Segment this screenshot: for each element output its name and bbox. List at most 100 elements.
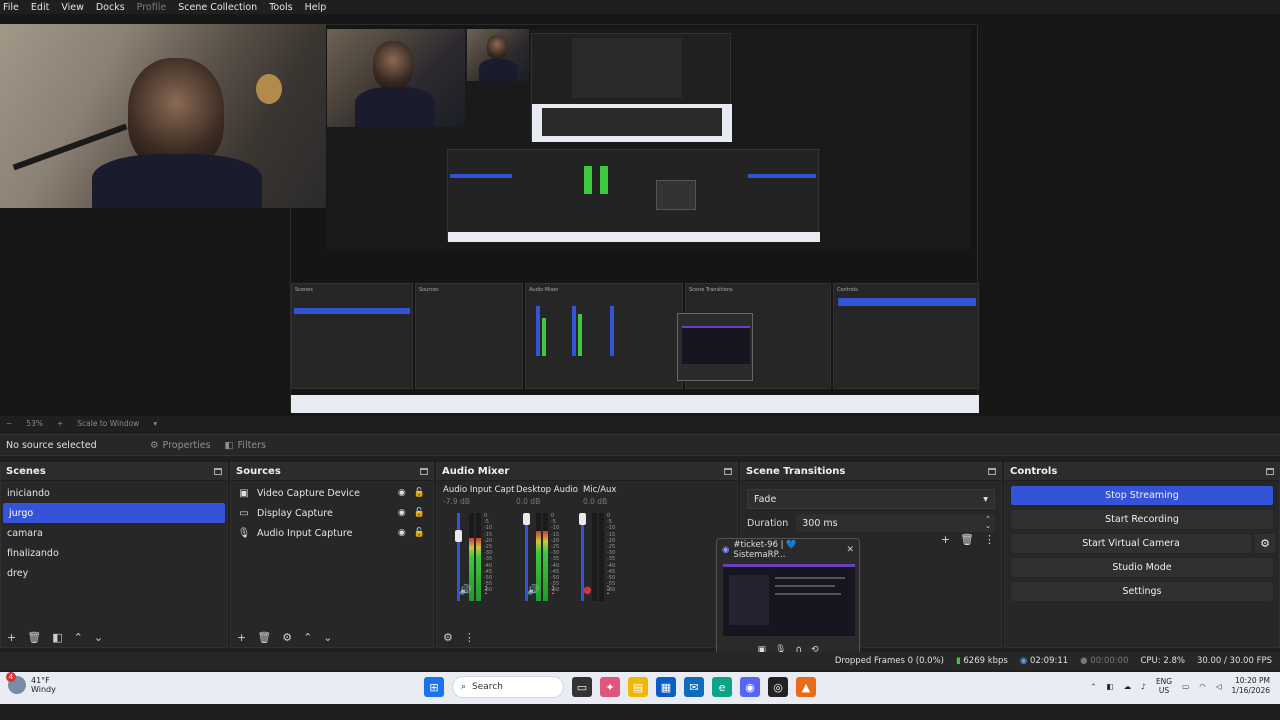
undock-icon[interactable] [724, 468, 732, 475]
arrow-up-icon[interactable]: ⌃ [303, 631, 312, 644]
windows-start-icon[interactable]: ⊞ [424, 677, 444, 697]
undock-icon[interactable] [214, 468, 222, 475]
scene-item-iniciando[interactable]: iniciando [1, 483, 227, 503]
source-item-audio-input[interactable]: 🎙 Audio Input Capture ◉ 🔓 [231, 523, 433, 543]
close-icon[interactable]: ✕ [846, 545, 854, 555]
speaker-icon[interactable]: 🔊 [527, 585, 539, 596]
channel-db: -7.9 dB [443, 497, 470, 506]
eye-icon[interactable]: ◉ [398, 488, 406, 498]
scene-item-drey[interactable]: drey [1, 563, 227, 583]
settings-button[interactable]: Settings [1011, 582, 1273, 601]
chevron-up-icon[interactable]: ⌃ [1090, 682, 1096, 691]
sources-header: Sources [231, 463, 433, 481]
start-recording-button[interactable]: Start Recording [1011, 510, 1273, 529]
scene-item-finalizando[interactable]: finalizando [1, 543, 227, 563]
task-view-icon[interactable]: ▭ [572, 677, 592, 697]
monitor-icon[interactable]: ▭ [1182, 682, 1189, 691]
tray-app-icon[interactable]: ◧ [1107, 682, 1114, 691]
plus-icon[interactable]: + [57, 419, 63, 428]
filter-icon[interactable]: ◧ [52, 631, 62, 644]
undock-icon[interactable] [988, 468, 996, 475]
muted-speaker-icon[interactable]: ● [583, 585, 592, 596]
kebab-menu-icon[interactable]: ⋮ [481, 585, 491, 596]
start-virtual-camera-button[interactable]: Start Virtual Camera ⚙ [1011, 534, 1275, 553]
properties-button[interactable]: ⚙ Properties [150, 440, 211, 451]
menu-file[interactable]: File [3, 2, 19, 13]
edge-icon[interactable]: e [712, 677, 732, 697]
stop-streaming-button[interactable]: Stop Streaming [1011, 486, 1273, 505]
scene-item-camara[interactable]: camara [1, 523, 227, 543]
arrow-down-icon[interactable]: ⌄ [323, 631, 332, 644]
filters-button[interactable]: ◧ Filters [225, 440, 266, 451]
obs-icon[interactable]: ◎ [768, 677, 788, 697]
studio-mode-button[interactable]: Studio Mode [1011, 558, 1273, 577]
menu-view[interactable]: View [61, 2, 84, 13]
store-icon[interactable]: ▦ [656, 677, 676, 697]
volume-icon[interactable]: ◁ [1216, 682, 1222, 691]
meter-scale: 0 -5 -10 -15 -20 -25 -30 -35 -40 -45 -50 -55 -60 [484, 513, 492, 594]
outlook-icon[interactable]: ✉ [684, 677, 704, 697]
copilot-icon[interactable]: ✦ [600, 677, 620, 697]
tray-app-icon[interactable]: ♪ [1141, 682, 1146, 691]
fader-knob[interactable] [523, 513, 530, 525]
add-icon[interactable]: + [237, 631, 246, 644]
gear-icon[interactable]: ⚙ [443, 631, 453, 644]
arrow-down-icon[interactable]: ⌄ [94, 631, 103, 644]
eye-icon[interactable]: ◉ [398, 508, 406, 518]
wifi-icon[interactable]: ◠ [1199, 682, 1206, 691]
scene-item-jurgo[interactable]: jurgo [3, 503, 225, 523]
minus-icon[interactable]: − [6, 419, 12, 428]
weather-condition: Windy [31, 685, 56, 694]
menu-tools[interactable]: Tools [269, 2, 292, 13]
channel-name: Audio Input Captu [443, 485, 515, 495]
menu-edit[interactable]: Edit [31, 2, 49, 13]
lock-icon[interactable]: 🔓 [414, 488, 425, 498]
source-item-display-capture[interactable]: ▭ Display Capture ◉ 🔓 [231, 503, 433, 523]
trash-icon[interactable]: 🗑 [27, 631, 41, 644]
trash-icon[interactable]: 🗑 [960, 533, 974, 546]
menu-profile[interactable]: Profile [137, 2, 167, 13]
fader-knob[interactable] [579, 513, 586, 525]
kebab-menu-icon[interactable]: ⋮ [464, 631, 475, 644]
kebab-menu-icon[interactable]: ⋮ [984, 533, 995, 546]
menu-docks[interactable]: Docks [96, 2, 125, 13]
tray-app-icon[interactable]: ☁ [1124, 682, 1132, 691]
arrow-up-icon[interactable]: ⌃ [74, 631, 83, 644]
clock[interactable]: 10:20 PM 1/16/2026 [1232, 676, 1270, 696]
duration-input[interactable]: 300 ms ⌃ ⌄ [796, 514, 995, 532]
transition-select[interactable]: Fade ▾ [747, 489, 995, 509]
gear-icon[interactable]: ⚙ [282, 631, 292, 644]
undock-icon[interactable] [1266, 468, 1274, 475]
menu-scene-collection[interactable]: Scene Collection [178, 2, 257, 13]
chevron-down-icon[interactable]: ▾ [153, 419, 157, 428]
scale-dropdown[interactable]: Scale to Window [77, 419, 139, 428]
file-explorer-icon[interactable]: ▤ [628, 677, 648, 697]
add-icon[interactable]: + [941, 533, 950, 546]
taskbar-search[interactable]: ⌕ Search [452, 676, 564, 698]
trash-icon[interactable]: 🗑 [257, 631, 271, 644]
source-label: Video Capture Device [257, 487, 360, 499]
lock-icon[interactable]: 🔓 [414, 508, 425, 518]
speaker-icon[interactable]: 🔊 [459, 585, 471, 596]
eye-icon[interactable]: ◉ [398, 528, 406, 538]
language-indicator[interactable]: ENG US [1156, 677, 1172, 695]
kebab-menu-icon[interactable]: ⋮ [548, 585, 558, 596]
fader-knob[interactable] [455, 529, 462, 542]
lock-icon[interactable]: 🔓 [414, 528, 425, 538]
kebab-menu-icon[interactable]: ⋮ [603, 585, 613, 596]
gear-icon[interactable]: ⚙ [1255, 534, 1275, 553]
add-icon[interactable]: + [7, 631, 16, 644]
discord-icon[interactable]: ◉ [740, 677, 760, 697]
display-capture-preview: Scenes Sources Audio Mixer Scene Transit… [290, 24, 979, 413]
discord-popout[interactable]: ◉ #ticket-96 | 💙 SistemaRP... ✕ ▣ 🎙 ∩ ⟲ [716, 538, 860, 662]
zoom-bar: − 53% + Scale to Window ▾ [0, 416, 1280, 430]
status-bar: Dropped Frames 0 (0.0%) ▮ 6269 kbps ◉ 02… [0, 652, 1280, 670]
preview-canvas[interactable]: Scenes Sources Audio Mixer Scene Transit… [0, 14, 1280, 416]
menu-help[interactable]: Help [305, 2, 327, 13]
app-icon[interactable]: ▲ [796, 677, 816, 697]
weather-widget[interactable]: 4 41°F Windy [6, 672, 56, 694]
nested-popup [677, 313, 753, 381]
spin-arrows-icon[interactable]: ⌃ ⌄ [985, 516, 991, 530]
undock-icon[interactable] [420, 468, 428, 475]
source-item-video-capture[interactable]: ▣ Video Capture Device ◉ 🔓 [231, 483, 433, 503]
